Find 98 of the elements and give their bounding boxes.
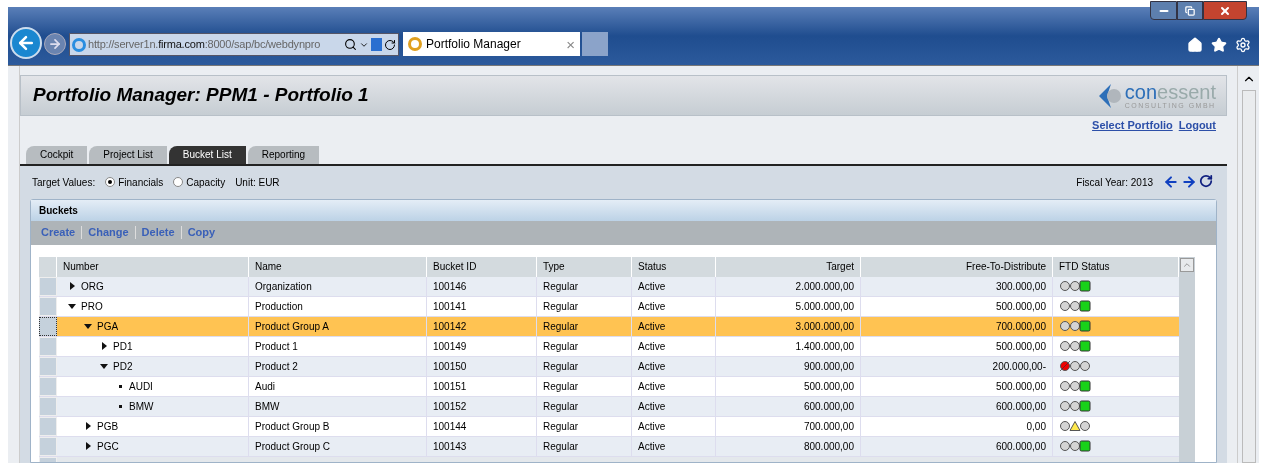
table-cell: 5.000.000,00: [716, 296, 861, 316]
table-cell: 600.000,00: [861, 436, 1053, 456]
table-cell: Regular: [537, 436, 632, 456]
table-cell: Product Group C: [249, 436, 427, 456]
header-link[interactable]: Logout: [1178, 117, 1216, 134]
tab[interactable]: Bucket List: [168, 145, 246, 164]
fiscal-year-label: Fiscal Year: 2013: [1076, 175, 1153, 190]
table-cell: 700.000,00: [716, 416, 861, 436]
table-cell: 100142: [427, 316, 537, 336]
logo-text: conessent: [1124, 82, 1216, 102]
table-cell-text: PGC: [97, 439, 119, 454]
table-cell: Regular: [537, 356, 632, 376]
tab-close-button[interactable]: ×: [566, 36, 575, 52]
table-cell: Active: [632, 316, 716, 336]
table-cell: Regular: [537, 296, 632, 316]
tab[interactable]: Project List: [89, 145, 167, 164]
table-cell: 100152: [427, 396, 537, 416]
table-cell: 500.000,00: [861, 336, 1053, 356]
table-row[interactable]: PD1 Product 1 100149 Regular Active 1.400.000,00 500.000,00: [39, 336, 1179, 357]
table-cell: Production: [249, 296, 427, 316]
table-cell: Product Group A: [249, 316, 427, 336]
column-header[interactable]: Status: [632, 256, 716, 277]
column-header[interactable]: Bucket ID: [427, 256, 537, 277]
table-cell: Product 1: [249, 336, 427, 356]
browser-tab[interactable]: Portfolio Manager ×: [403, 32, 580, 56]
table-cell: 500.000,00: [861, 376, 1053, 396]
table-cell-text: ORG: [81, 279, 104, 294]
table-cell-text: PGB: [97, 419, 119, 434]
radio-label[interactable]: Financials: [118, 174, 164, 190]
address-field[interactable]: http://server1n.firma.com:8000/sap/bc/webdynpro: [69, 33, 399, 56]
table-cell: 500.000,00: [861, 296, 1053, 316]
target-values-label: Target Values:: [32, 175, 96, 190]
table-cell: Regular: [537, 336, 632, 356]
tab[interactable]: Cockpit: [26, 145, 88, 164]
column-header[interactable]: Free-To-Distribute: [861, 256, 1053, 277]
table-cell: Active: [632, 416, 716, 436]
table-row[interactable]: PD2 Product 2 100150 Regular Active 900.000,00 200.000,00-: [39, 356, 1179, 377]
table-cell: Active: [632, 296, 716, 316]
table-cell: Product Group B: [249, 416, 427, 436]
table-cell-text: BMW: [129, 399, 154, 414]
table-cell: 2.000.000,00: [716, 276, 861, 296]
table-row[interactable]: PGC Product Group C 100143 Regular Active 800.000,00 600.000,00: [39, 436, 1179, 457]
table-cell: Active: [632, 356, 716, 376]
table-cell: 300.000,00: [861, 276, 1053, 296]
table-cell-text: PD1: [113, 339, 133, 354]
table-cell-text: AUDI: [129, 379, 153, 394]
table-cell: 100141: [427, 296, 537, 316]
table-cell: 100151: [427, 376, 537, 396]
table-cell: 600.000,00: [861, 396, 1053, 416]
table-cell: 100144: [427, 416, 537, 436]
table-cell: 100146: [427, 276, 537, 296]
table-cell: Active: [632, 336, 716, 356]
radio-label[interactable]: Capacity: [186, 174, 226, 190]
unit-label: Unit: EUR: [235, 175, 280, 190]
table-cell: Organization: [249, 276, 427, 296]
table-row[interactable]: PGB Product Group B 100144 Regular Active 700.000,00 0,00: [39, 416, 1179, 437]
table-cell-text: PGA: [97, 319, 119, 334]
table-cell: Product 2: [249, 356, 427, 376]
table-cell-text: PRO: [81, 299, 103, 314]
column-header[interactable]: Type: [537, 256, 632, 277]
table-cell: Active: [632, 276, 716, 296]
header-link[interactable]: Select Portfolio: [1092, 117, 1173, 134]
tab-title: Portfolio Manager: [426, 36, 521, 53]
table-cell: Audi: [249, 376, 427, 396]
table-cell: Regular: [537, 416, 632, 436]
page-title: Portfolio Manager: PPM1 - Portfolio 1: [33, 83, 369, 108]
tab[interactable]: Reporting: [247, 145, 320, 164]
table-cell: Regular: [537, 316, 632, 336]
table-cell: Active: [632, 396, 716, 416]
table-cell: 600.000,00: [716, 396, 861, 416]
panel-title: Buckets: [39, 203, 78, 218]
table-cell: 3.000.000,00: [716, 316, 861, 336]
table-row[interactable]: BMW BMW 100152 Regular Active 600.000,00 600.000,00: [39, 396, 1179, 417]
table-cell: 200.000,00-: [861, 356, 1053, 376]
column-header[interactable]: Name: [249, 256, 427, 277]
table-cell: Regular: [537, 376, 632, 396]
table-cell: 700.000,00: [861, 316, 1053, 336]
table-cell-text: PD2: [113, 359, 133, 374]
table-row[interactable]: ORG Organization 100146 Regular Active 2.000.000,00 300.000,00: [39, 276, 1179, 297]
column-header[interactable]: Number: [57, 256, 249, 277]
table-row[interactable]: PRO Production 100141 Regular Active 5.000.000,00 500.000,00: [39, 296, 1179, 317]
table-row[interactable]: PGA Product Group A 100142 Regular Active 3.000.000,00 700.000,00: [39, 316, 1179, 337]
table-cell: 800.000,00: [716, 436, 861, 456]
table-cell: 100149: [427, 336, 537, 356]
table-row[interactable]: AUDI Audi 100151 Regular Active 500.000,00 500.000,00: [39, 376, 1179, 397]
table-cell: Active: [632, 376, 716, 396]
table-cell: BMW: [249, 396, 427, 416]
table-cell: 900.000,00: [716, 356, 861, 376]
table-cell: 0,00: [861, 416, 1053, 436]
table-cell: 1.400.000,00: [716, 336, 861, 356]
table-cell: Regular: [537, 396, 632, 416]
table-cell: Active: [632, 436, 716, 456]
table-cell: Regular: [537, 276, 632, 296]
table-cell: 100143: [427, 436, 537, 456]
address-text: http://server1n.firma.com:8000/sap/bc/webdynpro: [88, 37, 321, 53]
table-cell: 500.000,00: [716, 376, 861, 396]
table-cell: 100150: [427, 356, 537, 376]
column-header[interactable]: Target: [716, 256, 861, 277]
